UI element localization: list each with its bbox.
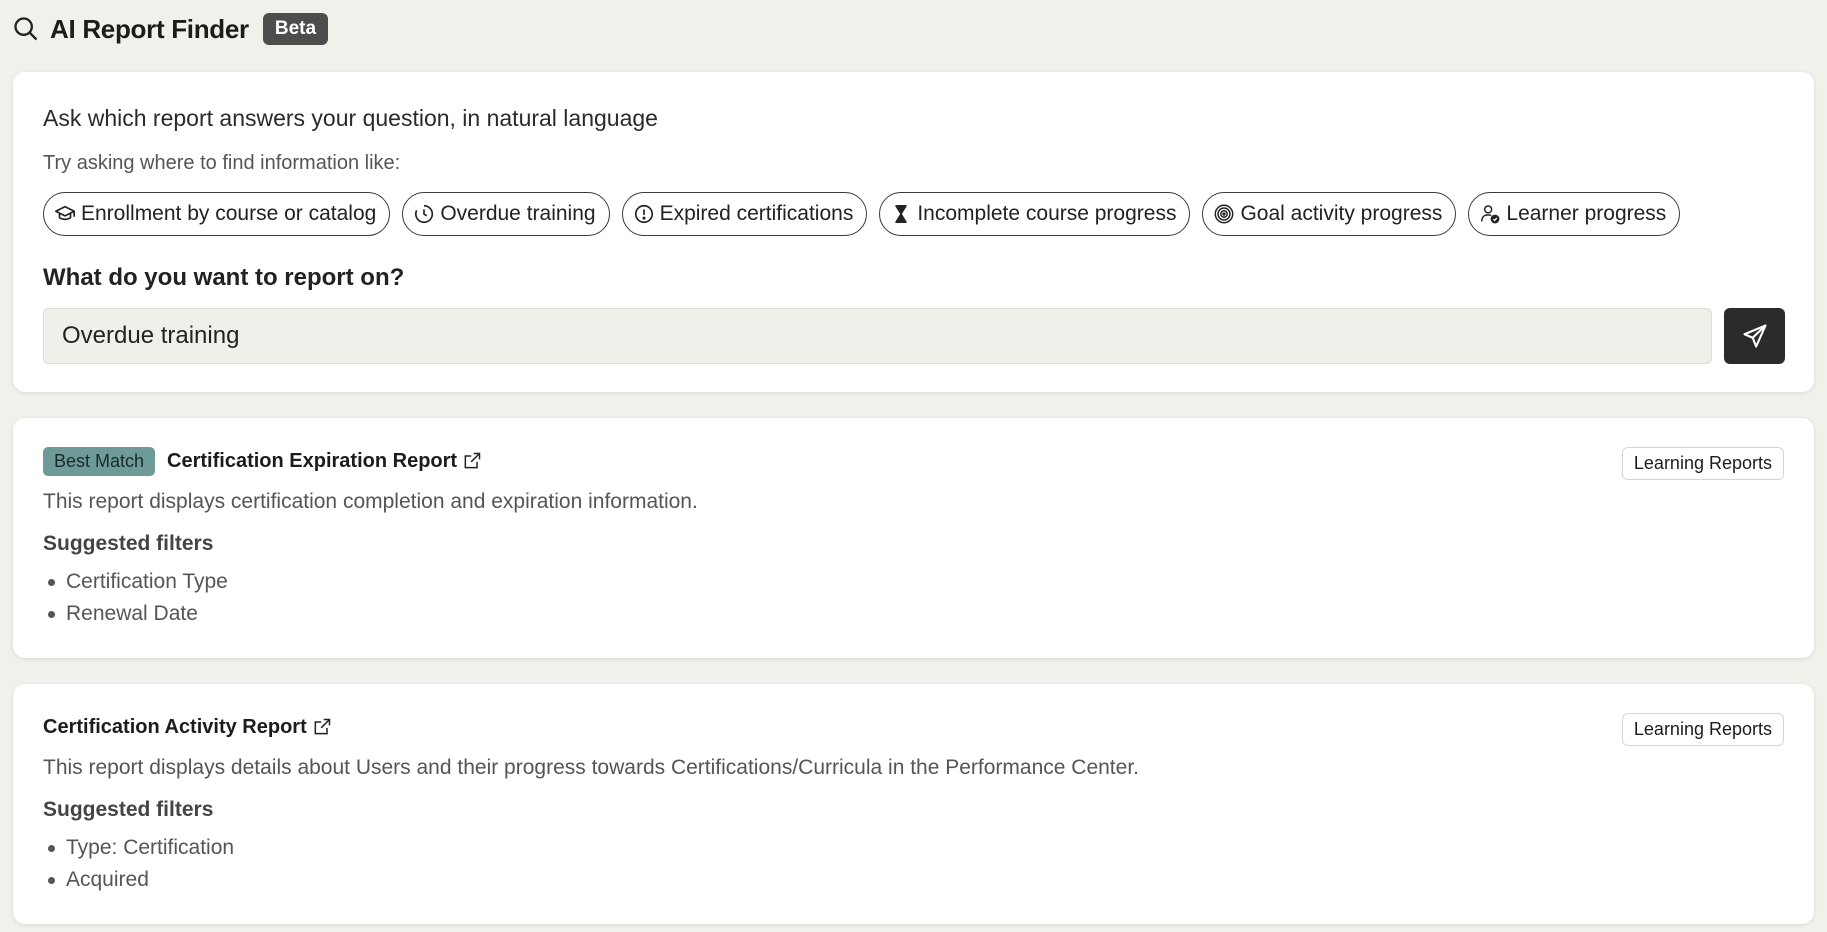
- category-tag: Learning Reports: [1621, 713, 1784, 746]
- filter-item: Acquired: [43, 864, 234, 896]
- suggestion-label: Goal activity progress: [1240, 202, 1443, 225]
- suggestion-label: Learner progress: [1506, 202, 1667, 225]
- prompt-hint: Try asking where to find information lik…: [43, 152, 401, 174]
- target-icon: [1215, 204, 1234, 224]
- external-link-icon[interactable]: [462, 451, 482, 471]
- suggested-filters-title: Suggested filters: [43, 798, 214, 821]
- search-icon: [14, 17, 38, 41]
- suggestion-label: Incomplete course progress: [917, 202, 1177, 225]
- page-title: AI Report Finder: [50, 13, 249, 44]
- result-header: Certification Activity Report: [43, 712, 332, 742]
- beta-badge: Beta: [262, 13, 329, 45]
- suggested-filters-list: Type: Certification Acquired: [43, 832, 234, 896]
- suggestion-chip-goal[interactable]: Goal activity progress: [1202, 192, 1457, 236]
- filter-item: Type: Certification: [43, 832, 234, 864]
- suggested-filters-list: Certification Type Renewal Date: [43, 566, 228, 630]
- send-icon: [1742, 324, 1767, 348]
- report-title-link[interactable]: Certification Activity Report: [43, 716, 307, 739]
- user-check-icon: [1481, 205, 1500, 224]
- suggestion-chip-expired[interactable]: Expired certifications: [621, 192, 868, 236]
- report-description: This report displays details about Users…: [43, 756, 1139, 779]
- suggestion-chip-enrollment[interactable]: Enrollment by course or catalog: [43, 192, 391, 236]
- alert-circle-icon: [634, 204, 653, 224]
- suggestion-label: Overdue training: [440, 202, 596, 225]
- suggestion-label: Expired certifications: [659, 202, 854, 225]
- report-description: This report displays certification compl…: [43, 490, 698, 513]
- prompt-title: Ask which report answers your question, …: [43, 105, 658, 131]
- best-match-badge: Best Match: [43, 446, 156, 476]
- question-label: What do you want to report on?: [43, 264, 405, 291]
- filter-item: Certification Type: [43, 566, 228, 598]
- query-card: Ask which report answers your question, …: [13, 72, 1814, 392]
- result-header: Best Match Certification Expiration Repo…: [43, 446, 482, 476]
- graduation-cap-icon: [55, 205, 75, 221]
- page-header: AI Report Finder Beta: [12, 10, 329, 48]
- suggested-filters-title: Suggested filters: [43, 532, 214, 555]
- send-button[interactable]: [1724, 308, 1785, 364]
- report-query-input[interactable]: [43, 308, 1712, 364]
- report-title-link[interactable]: Certification Expiration Report: [167, 450, 457, 473]
- hourglass-icon: [895, 205, 908, 223]
- filter-item: Renewal Date: [43, 598, 228, 630]
- suggestion-chip-learner[interactable]: Learner progress: [1468, 192, 1681, 236]
- external-link-icon[interactable]: [312, 717, 332, 737]
- report-result-card: Best Match Certification Expiration Repo…: [13, 418, 1814, 658]
- clock-icon: [415, 204, 434, 224]
- suggestion-chips: Enrollment by course or catalog Overdue …: [43, 192, 1681, 236]
- suggestion-chip-overdue[interactable]: Overdue training: [402, 192, 610, 236]
- suggestion-chip-incomplete[interactable]: Incomplete course progress: [879, 192, 1191, 236]
- category-tag: Learning Reports: [1621, 447, 1784, 480]
- suggestion-label: Enrollment by course or catalog: [81, 202, 377, 225]
- report-result-card: Certification Activity Report Learning R…: [13, 684, 1814, 924]
